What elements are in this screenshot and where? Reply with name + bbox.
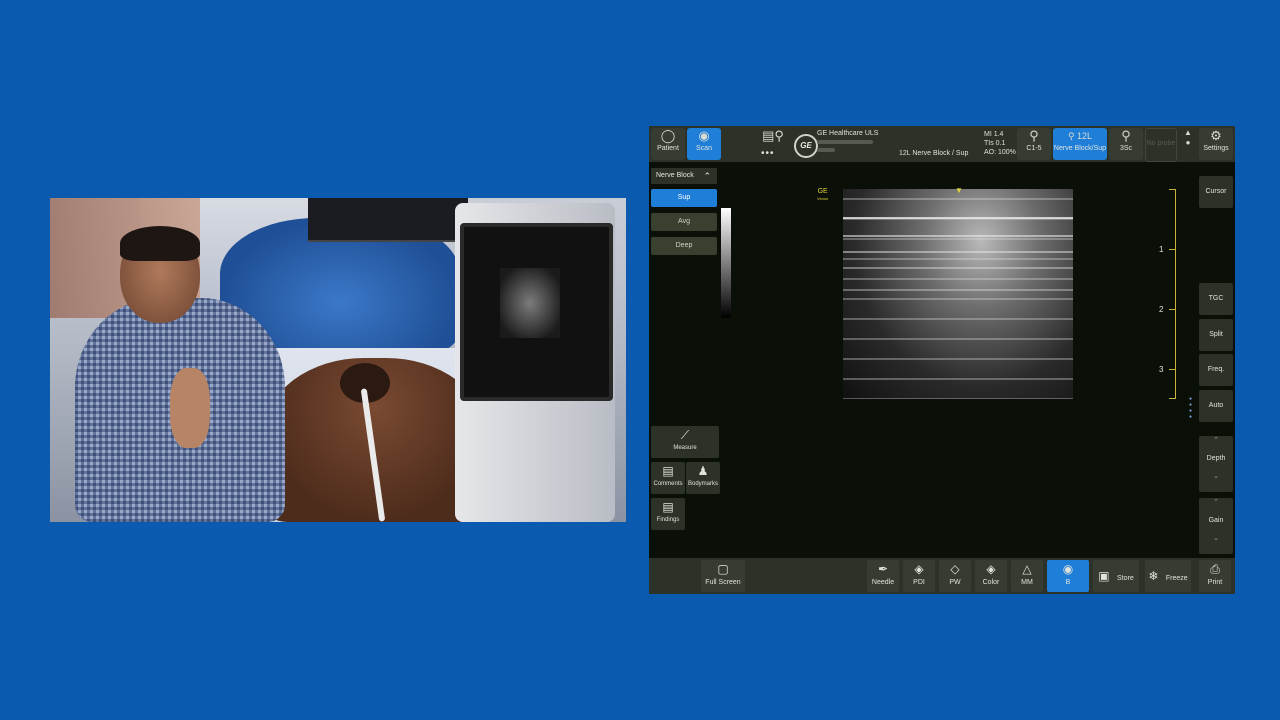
ge-logo: GE [794, 134, 818, 158]
depth-label: 1 [1159, 245, 1164, 254]
pdi-mode-icon: ◈ [914, 562, 924, 576]
empty-probe-slot: No probe [1145, 128, 1177, 162]
findings-button[interactable]: ▤ Findings [651, 498, 685, 530]
overhead-monitor [308, 198, 468, 242]
color-button[interactable]: ◈ Color [975, 560, 1007, 592]
needle-button[interactable]: ✒ Needle [867, 560, 899, 592]
presenter-hair [120, 226, 200, 261]
ge-venue-mark: GE Venue [817, 188, 829, 201]
comments-button[interactable]: ▤ Comments [651, 462, 685, 494]
ultrasound-cart-image [500, 268, 560, 338]
facility-name: GE Healthcare ULS [817, 130, 879, 137]
depth-scale [1169, 189, 1176, 399]
depth-label: 2 [1159, 305, 1164, 314]
scale-tick [1169, 189, 1175, 190]
preset-sup[interactable]: Sup [651, 189, 717, 207]
pdi-button[interactable]: ◈ PDI [903, 560, 935, 592]
probe-preset-info: 12L Nerve Block / Sup [899, 150, 969, 157]
convex-probe-icon: ⚲ [1029, 128, 1039, 143]
freq-button[interactable]: Freq. [1199, 354, 1233, 386]
pw-button[interactable]: ◇ PW [939, 560, 971, 592]
chevron-up-icon: ⌃ [703, 171, 711, 181]
full-screen-button[interactable]: ▢ Full Screen [701, 560, 745, 592]
page-indicator-dots: ● ● ● ● [1189, 396, 1193, 420]
mi-value: MI 1.4 [984, 131, 1004, 138]
ultrasound-console: ◯ Patient ◉ Scan ▤⚲ ••• GE GE Healthcare… [649, 126, 1235, 594]
ultrasound-image[interactable]: ▼ [843, 186, 1073, 399]
bottom-toolbar: ▢ Full Screen ✒ Needle ◈ PDI ◇ PW ◈ Colo… [649, 558, 1235, 594]
left-panel: Nerve Block ⌃ Sup Avg Deep ⟋ Measure ▤ C… [649, 162, 720, 558]
split-button[interactable]: Split [1199, 319, 1233, 351]
probe-12l-button[interactable]: ⚲ 12L Nerve Block/Sup [1053, 128, 1107, 160]
linear-probe-icon: ⚲ 12L [1067, 131, 1093, 141]
battery-wifi-icon: ▲ ● [1184, 128, 1192, 147]
status-indicators: ▲ ● [1179, 128, 1197, 160]
gear-icon: ⚙ [1210, 128, 1222, 143]
mmode-icon: △ [1022, 562, 1032, 576]
depth-label: 3 [1159, 365, 1164, 374]
more-menu-button[interactable]: ••• [761, 148, 775, 159]
comment-icon: ▤ [662, 464, 674, 478]
needle-icon: ✒ [877, 562, 889, 576]
chevron-up-icon[interactable]: ⌃ [1199, 436, 1233, 446]
settings-button[interactable]: ⚙ Settings [1199, 128, 1233, 160]
measure-button[interactable]: ⟋ Measure [651, 426, 719, 458]
chevron-down-icon[interactable]: ⌄ [1199, 534, 1233, 544]
scale-tick [1169, 369, 1175, 370]
focus-marker-icon: ▼ [955, 186, 963, 195]
chevron-down-icon[interactable]: ⌄ [1199, 472, 1233, 482]
preset-group-header[interactable]: Nerve Block ⌃ [651, 168, 717, 184]
sector-probe-icon: ⚲ [1121, 128, 1131, 143]
probe-3sc-button[interactable]: ⚲ 3Sc [1109, 128, 1143, 160]
top-toolbar: ◯ Patient ◉ Scan ▤⚲ ••• GE GE Healthcare… [649, 126, 1235, 162]
fascia-line [843, 267, 1073, 269]
printer-icon: ⎙ [1210, 562, 1220, 576]
presenter-hand [170, 368, 210, 448]
fascia-line [843, 251, 1073, 253]
print-button[interactable]: ⎙ Print [1199, 560, 1231, 592]
expand-icon: ▢ [717, 562, 729, 576]
camera-video-feed [50, 198, 626, 522]
tgc-button[interactable]: TGC [1199, 283, 1233, 315]
auto-button[interactable]: Auto [1199, 390, 1233, 422]
fascia-line [843, 289, 1073, 291]
patient-button[interactable]: ◯ Patient [651, 128, 685, 160]
freeze-button[interactable]: ❄ Freeze [1145, 560, 1191, 592]
scale-tick [1169, 398, 1175, 399]
person-icon: ◯ [660, 128, 676, 143]
grayscale-bar [721, 208, 731, 318]
patient-id-redacted [817, 148, 835, 152]
snowflake-icon: ❄ [1148, 569, 1159, 583]
gain-control[interactable]: ⌃ Gain ⌄ [1199, 498, 1233, 554]
ao-value: AO: 100% [984, 149, 1016, 156]
probe-scan-icon: ◉ [698, 128, 710, 143]
scan-button[interactable]: ◉ Scan [687, 128, 721, 160]
store-button[interactable]: ▣ Store [1093, 560, 1139, 592]
clipboard-search-icon: ▤⚲ [762, 128, 784, 143]
ruler-icon: ⟋ [680, 428, 690, 442]
scale-tick [1169, 309, 1175, 310]
clipboard-icon: ▤ [662, 500, 674, 514]
preset-avg[interactable]: Avg [651, 213, 717, 231]
chevron-up-icon[interactable]: ⌃ [1199, 498, 1233, 508]
patient-name-redacted [817, 140, 873, 144]
probe-c1-5-button[interactable]: ⚲ C1-5 [1017, 128, 1051, 160]
pw-mode-icon: ◇ [950, 562, 960, 576]
bmode-icon: ◉ [1062, 562, 1074, 576]
fascia-line [843, 217, 1073, 219]
bodymarks-button[interactable]: ♟ Bodymarks [686, 462, 720, 494]
color-mode-icon: ◈ [986, 562, 996, 576]
scale-tick [1169, 249, 1175, 250]
camera-icon: ▣ [1098, 569, 1110, 583]
bodymark-icon: ♟ [697, 464, 709, 478]
depth-control[interactable]: ⌃ Depth ⌄ [1199, 436, 1233, 492]
mm-button[interactable]: △ MM [1011, 560, 1043, 592]
cursor-button[interactable]: Cursor [1199, 176, 1233, 208]
fascia-line [843, 235, 1073, 237]
b-mode-button[interactable]: ◉ B [1047, 560, 1089, 592]
preset-deep[interactable]: Deep [651, 237, 717, 255]
acoustic-output-readout: MI 1.4 TIs 0.1 AO: 100% [984, 130, 1016, 157]
tis-value: TIs 0.1 [984, 140, 1006, 147]
